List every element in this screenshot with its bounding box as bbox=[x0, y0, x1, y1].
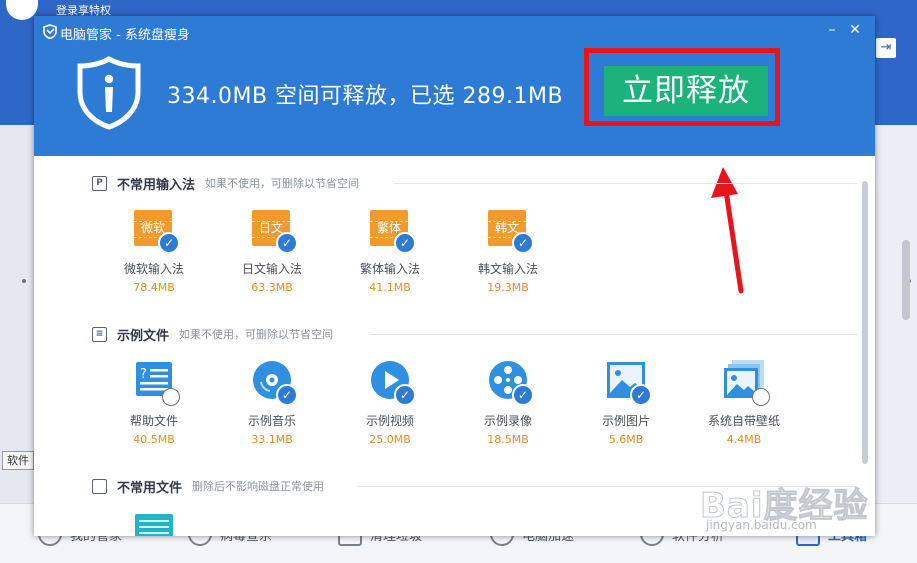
carousel-dot-icon[interactable] bbox=[22, 279, 26, 283]
item-size: 63.3MB bbox=[251, 281, 293, 294]
item-sample-video[interactable]: ✓ 示例视频 25.0MB bbox=[340, 358, 440, 446]
checked-icon[interactable]: ✓ bbox=[630, 384, 652, 406]
item-name: 日文输入法 bbox=[241, 262, 302, 276]
section-sample-files: ≡ 示例文件 如果不使用，可删除以节省空间 bbox=[92, 325, 334, 344]
highlight-box bbox=[584, 48, 780, 126]
svg-text:?: ? bbox=[140, 367, 147, 382]
watermark-url: jingyan.baidu.com bbox=[706, 518, 817, 532]
tooltip: 软件 bbox=[2, 451, 34, 470]
pc-manager-shield-icon bbox=[43, 24, 57, 39]
item-size: 33.1MB bbox=[251, 433, 293, 446]
item-sample-recording[interactable]: ✓ 示例录像 18.5MB bbox=[458, 358, 558, 446]
item-korean-ime[interactable]: 韩文 ✓ 韩文输入法 19.3MB bbox=[458, 206, 558, 294]
item-size: 4.4MB bbox=[726, 433, 762, 446]
item-help-files[interactable]: ? 帮助文件 40.5MB bbox=[104, 358, 204, 446]
section-divider bbox=[370, 334, 857, 335]
item-name: 繁体输入法 bbox=[359, 262, 420, 276]
space-summary: 334.0MB 空间可释放，已选 289.1MB bbox=[167, 84, 564, 109]
dialog-scrollbar[interactable] bbox=[862, 181, 868, 464]
document-icon: ≡ bbox=[92, 326, 107, 342]
section-desc: 如果不使用，可删除以节省空间 bbox=[179, 328, 334, 341]
item-traditional-ime[interactable]: 繁体 ✓ 繁体输入法 41.1MB bbox=[340, 206, 440, 294]
system-disk-slim-dialog: 电脑管家 - 系统盘瘦身 – ✕ 334.0MB 空间可释放，已选 289.1M… bbox=[34, 16, 875, 536]
checked-icon[interactable]: ✓ bbox=[512, 384, 534, 406]
checked-icon[interactable]: ✓ bbox=[512, 232, 534, 254]
item-name: 帮助文件 bbox=[129, 414, 178, 428]
item-size: 40.5MB bbox=[133, 433, 175, 446]
background-scrollbar[interactable] bbox=[902, 240, 910, 320]
item-size: 5.6MB bbox=[608, 433, 644, 446]
item-name: 系统自带壁纸 bbox=[707, 414, 780, 428]
item-size: 19.3MB bbox=[487, 281, 529, 294]
item-name: 韩文输入法 bbox=[477, 262, 538, 276]
item-size: 18.5MB bbox=[487, 433, 529, 446]
background-left-panel bbox=[0, 125, 34, 503]
item-japanese-ime[interactable]: 日文 ✓ 日文输入法 63.3MB bbox=[222, 206, 322, 294]
item-name: 示例录像 bbox=[483, 414, 532, 428]
minimize-button[interactable]: – bbox=[824, 22, 840, 38]
input-method-section-icon: P bbox=[92, 175, 107, 191]
section-rare-files: 不常用文件 删除后不影响磁盘正常使用 bbox=[92, 477, 325, 496]
item-sample-pictures[interactable]: ✓ 示例图片 5.6MB bbox=[576, 358, 676, 446]
item-name: 示例音乐 bbox=[247, 414, 296, 428]
checked-icon[interactable]: ✓ bbox=[276, 232, 298, 254]
section-input-methods: P 不常用输入法 如果不使用，可删除以节省空间 bbox=[92, 174, 360, 193]
item-size: 78.4MB bbox=[133, 281, 175, 294]
section-title: 示例文件 bbox=[117, 328, 170, 344]
item-name: 微软输入法 bbox=[123, 262, 184, 276]
item-size: 41.1MB bbox=[369, 281, 411, 294]
section-desc: 删除后不影响磁盘正常使用 bbox=[192, 480, 325, 493]
item-system-wallpapers[interactable]: 系统自带壁纸 4.4MB bbox=[694, 358, 794, 446]
unchecked-icon[interactable] bbox=[162, 388, 180, 406]
file-icon bbox=[92, 478, 107, 494]
item-sample-music[interactable]: ✓ 示例音乐 33.1MB bbox=[222, 358, 322, 446]
checked-icon[interactable]: ✓ bbox=[394, 384, 416, 406]
close-button[interactable]: ✕ bbox=[847, 22, 863, 38]
unchecked-icon[interactable] bbox=[752, 388, 770, 406]
checked-icon[interactable]: ✓ bbox=[394, 232, 416, 254]
login-side-icon[interactable]: ⇥ bbox=[876, 38, 896, 58]
item-name: 示例视频 bbox=[365, 414, 414, 428]
info-shield-icon bbox=[77, 56, 141, 130]
checked-icon[interactable]: ✓ bbox=[276, 384, 298, 406]
section-divider bbox=[394, 183, 857, 184]
section-desc: 如果不使用，可删除以节省空间 bbox=[205, 177, 360, 190]
item-name: 示例图片 bbox=[601, 414, 650, 428]
item-microsoft-ime[interactable]: 微软 ✓ 微软输入法 78.4MB bbox=[104, 206, 204, 294]
item-size: 25.0MB bbox=[369, 433, 411, 446]
section-title: 不常用输入法 bbox=[117, 177, 196, 193]
checked-icon[interactable]: ✓ bbox=[158, 232, 180, 254]
keyboard-icon bbox=[135, 514, 173, 536]
dialog-title: 电脑管家 - 系统盘瘦身 bbox=[60, 28, 190, 43]
section-title: 不常用文件 bbox=[117, 480, 183, 496]
